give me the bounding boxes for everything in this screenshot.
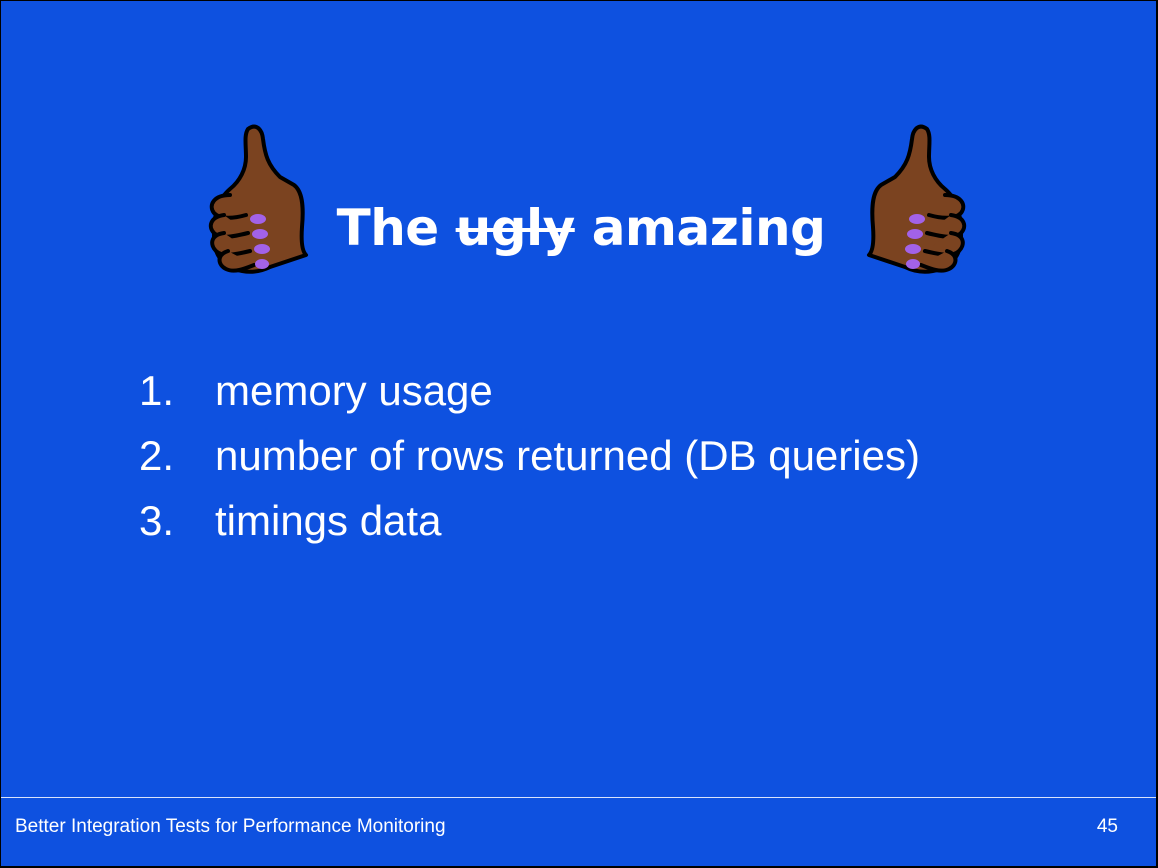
slide: The ugly amazing 1. memory usage 2. numb… bbox=[1, 1, 1156, 866]
list-item: 3. timings data bbox=[139, 488, 920, 553]
page-number: 45 bbox=[1096, 816, 1118, 837]
list-item-number: 3. bbox=[139, 496, 175, 544]
list-item: 2. number of rows returned (DB queries) bbox=[139, 423, 920, 488]
thumbs-up-icon bbox=[208, 124, 308, 274]
title-word-struck: ugly bbox=[455, 199, 576, 257]
title-row: The ugly amazing bbox=[1, 119, 1156, 284]
list-item-text: timings data bbox=[215, 496, 442, 544]
list-item-number: 2. bbox=[139, 431, 175, 479]
numbered-list: 1. memory usage 2. number of rows return… bbox=[139, 358, 920, 553]
footer-divider bbox=[1, 797, 1156, 798]
slide-title: The ugly amazing bbox=[331, 195, 831, 261]
title-word-amazing: amazing bbox=[591, 199, 826, 257]
footer-title: Better Integration Tests for Performance… bbox=[15, 816, 446, 837]
thumbs-up-icon bbox=[867, 124, 967, 274]
list-item-number: 1. bbox=[139, 366, 175, 414]
list-item-text: memory usage bbox=[215, 366, 493, 414]
list-item: 1. memory usage bbox=[139, 358, 920, 423]
list-item-text: number of rows returned (DB queries) bbox=[215, 431, 920, 479]
title-word-the: The bbox=[336, 199, 440, 257]
